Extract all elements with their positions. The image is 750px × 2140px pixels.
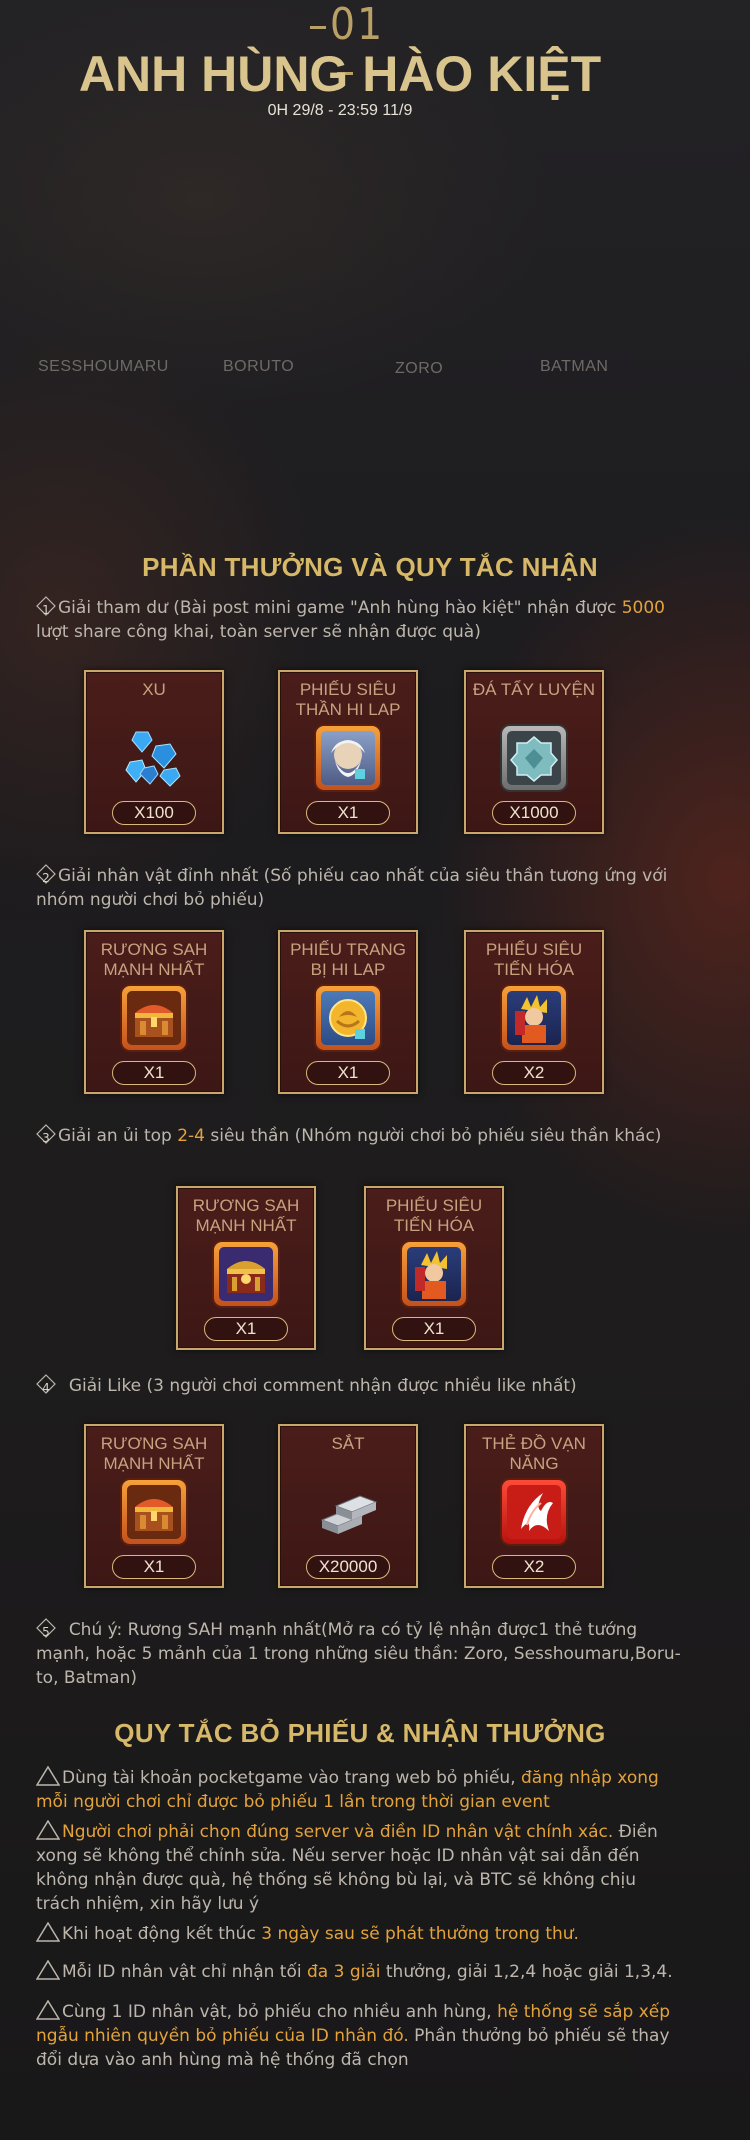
card-quantity: X1 bbox=[112, 1061, 196, 1085]
number-1-icon: 1 bbox=[36, 596, 56, 617]
card-title: RƯƠNG SAH MẠNH NHẤT bbox=[100, 940, 208, 979]
card-quantity: X1 bbox=[392, 1317, 476, 1341]
warning-icon bbox=[36, 1922, 60, 1942]
card-title: PHIẾU TRANG BỊ HI LAP bbox=[290, 940, 406, 979]
rule-1: Dùng tài khoản pocketgame vào trang web … bbox=[36, 1766, 659, 1812]
chest-icon bbox=[214, 1242, 278, 1306]
number-2-icon: 2 bbox=[36, 864, 56, 885]
evolution-ticket-icon bbox=[402, 1242, 466, 1306]
diamond-icon bbox=[122, 726, 186, 790]
reward-card-iron: SẮT X20000 bbox=[278, 1424, 418, 1588]
reward-card-universal-card: THẺ ĐỒ VẠN NĂNG X2 bbox=[464, 1424, 604, 1588]
equipment-ticket-icon bbox=[316, 986, 380, 1050]
iron-icon bbox=[316, 1480, 380, 1544]
number-5-icon: 5 bbox=[36, 1618, 56, 1639]
card-quantity: X1 bbox=[306, 1061, 390, 1085]
reward-card-evolution-ticket: PHIẾU SIÊU TIẾN HÓA X2 bbox=[464, 930, 604, 1094]
warning-icon bbox=[36, 1960, 60, 1980]
card-quantity: X1 bbox=[204, 1317, 288, 1341]
reward-3-description: 3 Giải an ủi top 2-4 siêu thần (Nhóm ngườ… bbox=[36, 1124, 726, 1148]
event-date: 0H 29/8 - 23:59 11/9 bbox=[267, 102, 413, 119]
hero-name-boruto[interactable]: BORUTO bbox=[223, 358, 294, 376]
card-title: ĐÁ TẨY LUYỆN bbox=[472, 680, 596, 699]
reward-card-refining-stone: ĐÁ TẨY LUYỆN X1000 bbox=[464, 670, 604, 834]
rules-section-title: QUY TẮC BỎ PHIẾU & NHẬN THƯỞNG bbox=[114, 1718, 606, 1748]
rule-5: Cùng 1 ID nhân vật, bỏ phiếu cho nhiều a… bbox=[36, 2000, 671, 2070]
page-title: ANH HÙNG HÀO KIỆT bbox=[78, 46, 602, 102]
rewards-section-title: PHẦN THƯỞNG VÀ QUY TẮC NHẬN bbox=[142, 552, 598, 582]
warning-icon bbox=[36, 1820, 60, 1840]
rule-3: Khi hoạt động kết thúc 3 ngày sau sẽ phá… bbox=[36, 1922, 726, 1946]
reward-card-sah-chest: RƯƠNG SAH MẠNH NHẤT X1 bbox=[84, 930, 224, 1094]
chest-icon bbox=[122, 1480, 186, 1544]
rule-4: Mỗi ID nhân vật chỉ nhận tối đa 3 giải t… bbox=[36, 1960, 726, 1984]
card-quantity: X1000 bbox=[492, 801, 576, 825]
card-title: PHIẾU SIÊU TIẾN HÓA bbox=[485, 940, 583, 979]
card-title: RƯƠNG SAH MẠNH NHẤT bbox=[100, 1434, 208, 1473]
card-title: XU bbox=[142, 680, 166, 699]
universal-card-icon bbox=[502, 1480, 566, 1544]
chest-icon bbox=[122, 986, 186, 1050]
card-quantity: X20000 bbox=[306, 1555, 390, 1579]
reward-2-description: 2 Giải nhân vật đỉnh nhất (Số phiếu cao n… bbox=[36, 864, 668, 910]
reward-4-description: 4 Giải Like (3 người chơi comment nhận đ… bbox=[36, 1374, 716, 1398]
rule-2: Người chơi phải chọn đúng server và điền… bbox=[36, 1820, 658, 1914]
number-3-icon: 3 bbox=[36, 1124, 56, 1145]
refining-stone-icon bbox=[502, 726, 566, 790]
reward-card-zeus-ticket: PHIẾU SIÊU THẦN HI LAP X1 bbox=[278, 670, 418, 834]
reward-card-equipment-ticket: PHIẾU TRANG BỊ HI LAP X1 bbox=[278, 930, 418, 1094]
reward-card-sah-chest: RƯƠNG SAH MẠNH NHẤT X1 bbox=[176, 1186, 316, 1350]
zeus-ticket-icon bbox=[316, 726, 380, 790]
reward-5-note: 5 Chú ý: Rương SAH mạnh nhất(Mở ra có tỷ… bbox=[36, 1618, 681, 1688]
reward-card-sah-chest: RƯƠNG SAH MẠNH NHẤT X1 bbox=[84, 1424, 224, 1588]
card-quantity: X1 bbox=[112, 1555, 196, 1579]
card-title: THẺ ĐỒ VẠN NĂNG bbox=[482, 1434, 586, 1473]
card-quantity: X1 bbox=[306, 801, 390, 825]
card-quantity: X2 bbox=[492, 1555, 576, 1579]
reward-card-evolution-ticket: PHIẾU SIÊU TIẾN HÓA X1 bbox=[364, 1186, 504, 1350]
warning-icon bbox=[36, 2000, 60, 2020]
hero-name-sesshoumaru[interactable]: SESSHOUMARU bbox=[38, 358, 169, 376]
number-4-icon: 4 bbox=[36, 1374, 56, 1395]
warning-icon bbox=[36, 1766, 60, 1786]
reward-card-xu: XU X100 bbox=[84, 670, 224, 834]
hero-name-batman[interactable]: BATMAN bbox=[540, 358, 608, 376]
card-quantity: X100 bbox=[112, 801, 196, 825]
hero-name-zoro[interactable]: ZORO bbox=[395, 360, 443, 378]
card-title: RƯƠNG SAH MẠNH NHẤT bbox=[192, 1196, 300, 1235]
card-quantity: X2 bbox=[492, 1061, 576, 1085]
card-title: PHIẾU SIÊU TIẾN HÓA bbox=[385, 1196, 483, 1235]
evolution-ticket-icon bbox=[502, 986, 566, 1050]
card-title: SẮT bbox=[331, 1434, 365, 1453]
card-title: PHIẾU SIÊU THẦN HI LAP bbox=[295, 680, 401, 719]
reward-1-description: 1 Giải tham dư (Bài post mini game "Anh h… bbox=[36, 596, 665, 642]
